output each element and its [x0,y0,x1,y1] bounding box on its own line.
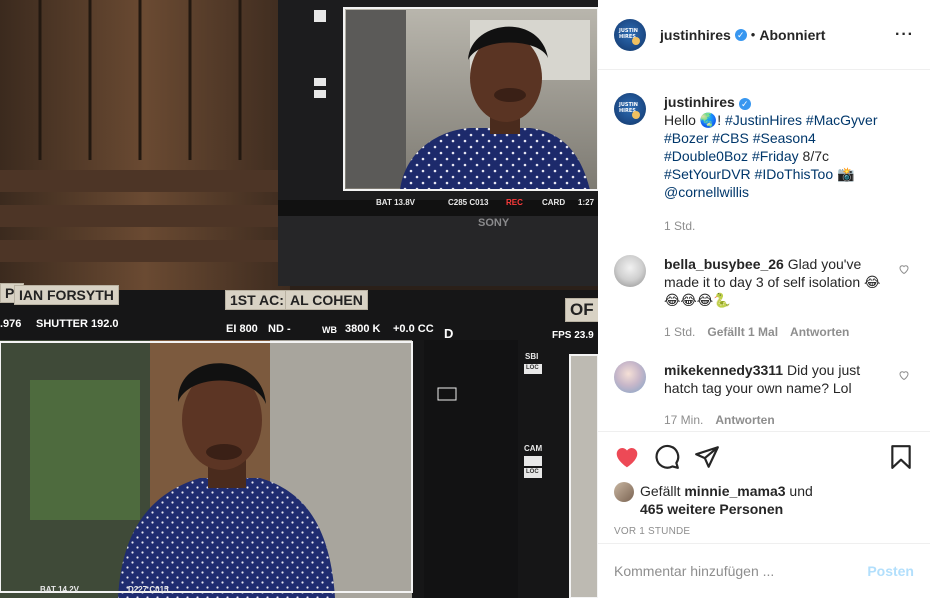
comment-like-heart-icon[interactable] [898,263,910,275]
commenter-avatar[interactable] [614,255,646,287]
bottom-monitor-fps: FPS 23.9 [552,330,594,341]
likes-others[interactable]: 465 weitere Personen [640,501,783,517]
tape-label-1st-ac: 1ST AC: [225,290,289,310]
add-comment-bar: Kommentar hinzufügen ... Posten [598,543,930,598]
caption: JUSTIN HIRES justinhires ✓ Hello 🌏! #Justi… [614,93,914,235]
share-icon[interactable] [694,444,720,470]
save-bookmark-icon[interactable] [888,444,914,470]
like-heart-icon[interactable] [614,444,640,470]
bottom-monitor-shutter: SHUTTER 192.0 [36,318,119,330]
likes-prefix: Gefällt [640,483,681,499]
bottom-monitor-ei: EI 800 [226,323,258,335]
likes-und: und [789,483,813,499]
comment-icon[interactable] [654,444,680,470]
bottom-monitor-kelvin: 3800 K [345,323,381,335]
caption-username[interactable]: justinhires [664,94,735,110]
caption-hashtags-2[interactable]: #SetYourDVR #IDoThisToo [664,166,833,182]
likes-summary: Gefällt minnie_mama3 und 465 weitere Per… [614,482,914,518]
post-timestamp[interactable]: VOR 1 STUNDE [614,526,914,537]
header-separator: • [750,27,756,42]
post-side-panel: JUSTIN HIRES justinhires ✓ • Abonniert ··… [598,0,930,598]
comment-item: bella_busybee_26 Glad you've made it to … [614,255,914,341]
liker-username[interactable]: minnie_mama3 [684,483,785,499]
bottom-monitor-wb: WB [322,325,337,335]
top-monitor-rec: REC [506,198,523,207]
comment-like-heart-icon[interactable] [898,369,910,381]
tape-label-right: OF [565,298,598,322]
comment-reply-button[interactable]: Antworten [790,323,849,341]
comment-username[interactable]: mikekennedy3311 [664,362,783,378]
comments-list[interactable]: JUSTIN HIRES justinhires ✓ Hello 🌏! #Justi… [598,71,930,431]
post-header: JUSTIN HIRES justinhires ✓ • Abonniert ··… [598,0,930,70]
caption-mention[interactable]: @cornellwillis [664,184,749,200]
caption-exclaim: ! [717,112,726,128]
bottom-monitor-left-value: .976 [0,318,22,330]
caption-hashtags[interactable]: #JustinHires #MacGyver #Bozer #CBS #Seas… [664,112,878,164]
comment-time: 1 Std. [664,325,696,339]
caption-time-text: 8/7c [798,148,829,164]
post-photo[interactable]: P: IAN FORSYTH 1ST AC: AL COHEN OF BAT 1… [0,0,598,598]
top-monitor-card: CARD [542,198,566,207]
action-icons [614,432,914,482]
bottom-monitor-loc2: LOC [526,469,539,475]
bottom-monitor-sbi: SBI [525,352,539,361]
bottom-monitor-battery: BAT 14.2V [40,585,79,594]
author-avatar[interactable]: JUSTIN HIRES [614,18,646,51]
more-options-icon[interactable]: ··· [895,26,914,44]
top-monitor-time: 1:27 [578,198,595,207]
post-comment-button[interactable]: Posten [867,563,914,579]
bottom-monitor-nd: ND - [268,323,291,335]
comment-body: bella_busybee_26 Glad you've made it to … [664,255,896,341]
commenter-avatar[interactable] [614,361,646,393]
globe-emoji: 🌏 [699,112,718,128]
follow-status-button[interactable]: Abonniert [759,27,825,43]
bottom-monitor-cam: CAM [524,444,543,453]
caption-avatar[interactable]: JUSTIN HIRES [614,93,646,125]
comment-input[interactable]: Kommentar hinzufügen ... [614,563,774,579]
caption-time: 1 Std. [664,219,696,233]
verified-badge-icon: ✓ [734,28,747,41]
bottom-monitor-d: D [444,326,454,341]
author-username[interactable]: justinhires [660,27,731,43]
tape-label-operator: IAN FORSYTH [14,285,119,305]
comment-item: mikekennedy3311 Did you just hatch tag y… [614,361,914,429]
caption-verified-badge-icon: ✓ [738,98,751,110]
top-monitor-battery: BAT 13.8V [376,198,415,207]
liker-avatar[interactable] [614,482,634,502]
comment-time: 17 Min. [664,413,704,427]
caption-hello: Hello [664,112,696,128]
bottom-monitor-codes: D227 C015 [128,585,169,594]
caption-body: justinhires ✓ Hello 🌏! #JustinHires #MacG… [664,93,896,235]
camera-emoji: 📸 [837,166,855,182]
comment-body: mikekennedy3311 Did you just hatch tag y… [664,361,896,429]
comment-reply-button[interactable]: Antworten [715,411,774,429]
comment-likes[interactable]: Gefällt 1 Mal [707,323,778,341]
tape-label-name: AL COHEN [285,290,368,310]
top-monitor-codes: C285 C013 [448,198,489,207]
bottom-monitor-cc: +0.0 CC [393,323,434,335]
bottom-monitor-loc1: LOC [526,365,539,371]
comment-username[interactable]: bella_busybee_26 [664,256,784,272]
sony-logo: SONY [478,217,510,229]
post-actions: Gefällt minnie_mama3 und 465 weitere Per… [598,431,930,543]
